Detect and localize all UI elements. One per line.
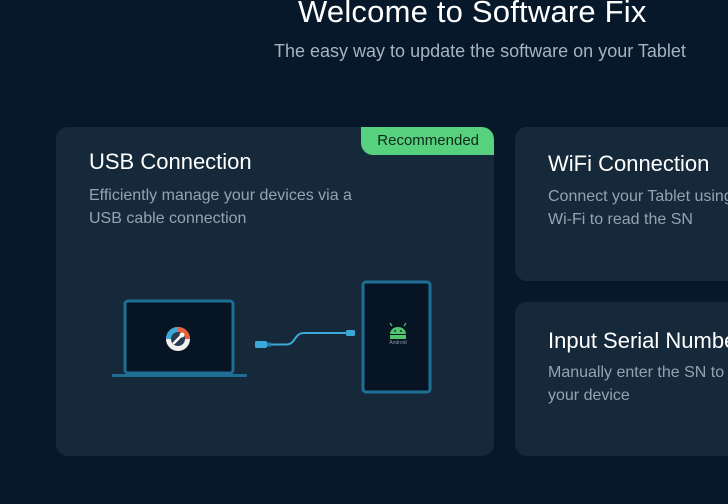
repair-tool-icon <box>166 327 190 351</box>
wifi-card-desc-line2: Wi-Fi to read the SN <box>548 211 693 228</box>
usb-card-description: Efficiently manage your devices via a US… <box>89 184 352 230</box>
wifi-connection-card[interactable]: WiFi Connection Connect your Tablet usin… <box>515 127 728 281</box>
page-title: Welcome to Software Fix <box>298 0 647 29</box>
usb-card-title: USB Connection <box>89 149 252 174</box>
serial-card-description: Manually enter the SN to your device <box>548 361 724 407</box>
usb-cable-icon <box>255 330 355 348</box>
usb-connection-card[interactable]: Recommended USB Connection Efficiently m… <box>56 127 494 456</box>
tablet-os-label: Android <box>389 340 406 346</box>
wifi-card-description: Connect your Tablet using Wi-Fi to read … <box>548 185 728 231</box>
serial-card-title: Input Serial Number <box>548 328 728 353</box>
input-serial-number-card[interactable]: Input Serial Number Manually enter the S… <box>515 302 728 456</box>
wifi-card-title: WiFi Connection <box>548 151 710 176</box>
android-tablet-icon: Android <box>361 280 432 394</box>
wifi-card-desc-line1: Connect your Tablet using <box>548 188 728 205</box>
usb-card-desc-line1: Efficiently manage your devices via a <box>89 187 352 204</box>
page-subtitle: The easy way to update the software on y… <box>274 41 686 61</box>
recommended-badge: Recommended <box>361 127 494 155</box>
usb-connection-illustration: Android <box>112 280 432 394</box>
serial-card-desc-line1: Manually enter the SN to <box>548 364 725 381</box>
serial-card-desc-line2: your device <box>548 387 630 404</box>
software-fix-welcome-page: Welcome to Software Fix The easy way to … <box>0 0 728 504</box>
usb-card-desc-line2: USB cable connection <box>89 210 247 227</box>
